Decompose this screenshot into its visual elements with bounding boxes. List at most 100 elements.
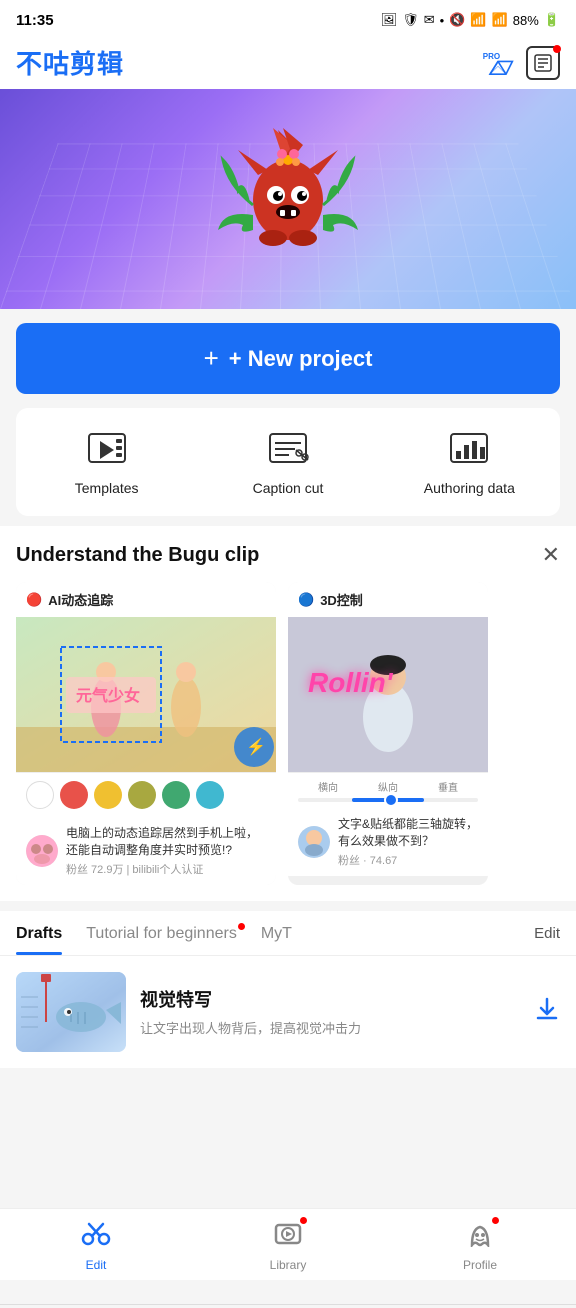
caption-label: Caption cut [253,480,324,496]
status-time: 11:35 [16,12,54,29]
svg-text:⚡: ⚡ [246,737,266,756]
svg-text:元气少女: 元气少女 [76,686,140,705]
card1-desc-block: 电脑上的动态追踪居然到手机上啦，还能自动调整角度并实时预览!? 粉丝 72.9万… [66,825,266,877]
profile-dot [492,1217,499,1224]
edit-button[interactable]: Edit [534,925,560,954]
color-dot-olive [128,781,156,809]
new-project-button[interactable]: + + New project [16,323,560,394]
authoring-icon-box [445,428,493,472]
draft-item[interactable]: 视觉特写 让文字出现人物背后，提高视觉冲击力 [0,956,576,1068]
library-dot [300,1217,307,1224]
color-dot-cyan [196,781,224,809]
card2-avatar [298,826,330,858]
plus-icon: + [204,343,219,374]
hero-mascot [218,110,358,289]
templates-icon [86,431,128,469]
draft-title: 视觉特写 [140,986,520,1012]
gallery-icon: 🖼 [381,12,398,28]
templates-action[interactable]: Templates [16,418,197,506]
card2-tag-label: 3D控制 [320,590,363,609]
templates-label: Templates [75,480,139,496]
hero-banner [0,89,576,309]
color-dot-white [26,781,54,809]
mail-icon: ✉ [424,12,435,28]
card2-desc-block: 文字&贴纸都能三轴旋转，有么效果做不到？ 粉丝 · 74.67 [338,816,478,868]
battery-label: 88% [513,13,539,28]
notifications-button[interactable] [526,46,560,80]
nav-edit-label: Edit [86,1258,107,1272]
card2-slider[interactable] [298,798,478,802]
draft-subtitle: 让文字出现人物背后，提高视觉冲击力 [140,1018,520,1037]
nav-library[interactable]: Library [192,1219,384,1272]
card2-labels: 横向 纵向 垂直 [298,779,478,794]
nav-profile-label: Profile [463,1258,497,1272]
tab-myt[interactable]: MyT [261,925,292,955]
authoring-icon [448,431,490,469]
svg-text:PRO: PRO [483,52,500,61]
card1-footer: 电脑上的动态追踪居然到手机上啦，还能自动调整角度并实时预览!? 粉丝 72.9万… [16,817,276,885]
app-logo: 不咕剪辑 [16,44,124,81]
signal-icon: 📶 [492,12,508,28]
header-icons: PRO [482,46,560,80]
card2-slider-area: 横向 纵向 垂直 [288,772,488,808]
pro-button[interactable]: PRO [482,47,514,79]
card2-tag: 🔵 3D控制 [288,582,488,617]
label-perpendicular: 垂直 [438,779,458,794]
note-icon [533,53,553,73]
nav-library-label: Library [270,1258,307,1272]
color-dot-red [60,781,88,809]
app-header: 不咕剪辑 PRO [0,36,576,89]
card2-footer: 文字&贴纸都能三轴旋转，有么效果做不到？ 粉丝 · 74.67 [288,808,488,876]
tab-tutorial[interactable]: Tutorial for beginners [86,925,237,955]
caption-icon-box [264,428,312,472]
draft-thumbnail [16,972,126,1052]
tabs-section: Drafts Tutorial for beginners MyT Edit [0,911,576,1068]
mute-icon: 🔇 [449,12,465,28]
new-project-label: + New project [229,346,373,372]
authoring-label: Authoring data [424,480,515,496]
tab-drafts[interactable]: Drafts [16,925,62,955]
card2-description: 文字&贴纸都能三轴旋转，有么效果做不到？ [338,816,478,850]
label-horizontal: 横向 [318,779,338,794]
battery-icon: 🔋 [544,12,560,28]
color-dot-yellow [94,781,122,809]
card2-image: Rollin' [288,617,488,772]
authoring-action[interactable]: Authoring data [379,418,560,506]
slider-thumb [384,793,398,807]
svg-text:Rollin': Rollin' [308,667,394,698]
bugu-card-1[interactable]: 🔴 AI动态追踪 [16,582,276,885]
bottom-navigation: Edit Library Profile [0,1208,576,1280]
tabs-header: Drafts Tutorial for beginners MyT Edit [0,911,576,956]
tab-tutorial-label: Tutorial for beginners [86,925,237,942]
tab-drafts-label: Drafts [16,925,62,942]
notification-dot [553,45,561,53]
tutorial-tab-dot [238,923,245,930]
scissors-icon [81,1219,111,1254]
card1-tag-label: AI动态追踪 [48,590,113,609]
bugu-header: Understand the Bugu clip ✕ [16,542,560,568]
card1-description: 电脑上的动态追踪居然到手机上啦，还能自动调整角度并实时预览!? [66,825,266,859]
pro-diamond-icon: PRO [482,45,514,81]
bugu-cards-list: 🔴 AI动态追踪 [16,582,560,885]
quick-actions-bar: Templates Caption cut [16,408,560,516]
vpn-icon: 🛡 [402,12,419,28]
card2-meta: 粉丝 · 74.67 [338,852,478,868]
download-icon [534,996,560,1022]
profile-icon [465,1219,495,1254]
card1-tag-emoji: 🔴 [26,592,42,608]
draft-info: 视觉特写 让文字出现人物背后，提高视觉冲击力 [140,986,520,1037]
bugu-title: Understand the Bugu clip [16,544,259,567]
library-icon [273,1219,303,1254]
bugu-card-2[interactable]: 🔵 3D控制 Rollin' 横向 纵向 [288,582,488,885]
bugu-section: Understand the Bugu clip ✕ 🔴 AI动态追踪 [0,526,576,901]
nav-profile[interactable]: Profile [384,1219,576,1272]
download-button[interactable] [534,996,560,1028]
dot-icon: • [440,13,445,28]
card1-tag: 🔴 AI动态追踪 [16,582,276,617]
nav-edit[interactable]: Edit [0,1219,192,1272]
caption-action[interactable]: Caption cut [197,418,378,506]
templates-icon-box [83,428,131,472]
status-bar: 11:35 🖼 🛡 ✉ • 🔇 📶 📶 88% 🔋 [0,0,576,36]
card1-meta: 粉丝 72.9万 | bilibili个人认证 [66,861,266,877]
close-bugu-button[interactable]: ✕ [542,542,560,568]
